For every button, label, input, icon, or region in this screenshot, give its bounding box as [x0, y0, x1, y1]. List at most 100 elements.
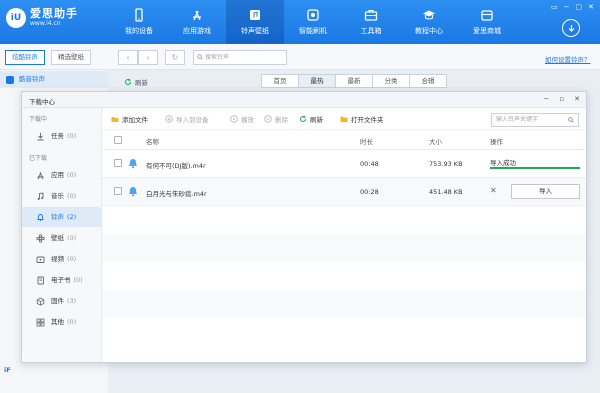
- maximize-button[interactable]: ▢: [576, 3, 583, 11]
- delete-button[interactable]: 删除: [264, 114, 288, 124]
- sidebar-item-label: 音乐: [51, 192, 64, 200]
- app-icon: [36, 171, 45, 180]
- delete-icon: [264, 115, 272, 123]
- how-to-set-ringtone-link[interactable]: 如何设置铃声？: [545, 54, 591, 64]
- video-icon: [36, 255, 45, 264]
- sidebar-item-label: 视频: [51, 255, 64, 263]
- column-size[interactable]: 大小: [429, 136, 442, 146]
- app-name: 爱思助手: [30, 7, 78, 20]
- sidebar-item-wallpapers[interactable]: 壁纸 (0): [22, 228, 101, 248]
- chevron-left-icon: ‹: [126, 53, 130, 62]
- row-checkbox[interactable]: [114, 159, 122, 167]
- button-label: 打开文件夹: [351, 116, 384, 124]
- nav-toolbox[interactable]: 工具箱: [342, 0, 400, 44]
- search-placeholder: 搜索铃声: [205, 54, 230, 61]
- add-file-button[interactable]: 添加文件: [111, 114, 148, 124]
- folder-add-icon: [111, 117, 119, 122]
- sidebar-item-apps[interactable]: 应用 (0): [22, 165, 101, 185]
- toolbox-icon: [364, 8, 378, 22]
- button-label: 删除: [275, 116, 288, 124]
- nav-ringtones-wallpapers[interactable]: 铃声壁纸: [226, 0, 284, 44]
- empty-row: [102, 206, 586, 234]
- folder-icon: [340, 116, 348, 122]
- tab-categories[interactable]: 分类: [372, 74, 410, 88]
- nav-apps[interactable]: 应用游戏: [168, 0, 226, 44]
- sidebar-item-ebooks[interactable]: 电子书 (0): [22, 270, 101, 290]
- nav-store[interactable]: 爱思商城: [458, 0, 516, 44]
- download-actions-toolbar: 添加文件 导入到设备 播放 删除 刷新 打开文件夹 输入铃声关键字: [102, 108, 586, 130]
- refresh-list-button[interactable]: 刷新: [299, 114, 323, 124]
- import-button[interactable]: 导入: [511, 184, 580, 199]
- ringtone-icon: [6, 76, 14, 84]
- back-button[interactable]: ‹: [118, 50, 138, 65]
- dialog-titlebar: 下载中心 − ▫ ✕: [22, 92, 586, 108]
- refresh-icon: [300, 115, 306, 122]
- app-logo[interactable]: iU 爱思助手 www.i4.cn: [6, 7, 78, 28]
- file-name: 白月光与朱砂痣.m4r: [146, 190, 207, 198]
- download-manager-button[interactable]: [562, 19, 580, 37]
- device-indicator[interactable]: iF: [4, 366, 11, 374]
- row-checkbox[interactable]: [114, 187, 122, 195]
- sidebar-item-music[interactable]: 音乐 (0): [22, 186, 101, 206]
- phone-icon: [132, 8, 146, 22]
- sidebar-item-count: (0): [67, 255, 77, 263]
- nav-label: 我的设备: [125, 27, 153, 35]
- dialog-title: 下载中心: [29, 98, 55, 106]
- file-duration: 00:28: [360, 188, 379, 196]
- close-button[interactable]: ✕: [588, 3, 594, 11]
- skin-button[interactable]: ▭: [551, 3, 558, 11]
- column-name[interactable]: 名称: [146, 136, 159, 146]
- table-row[interactable]: 白月光与朱砂痣.m4r 00:28 451.48 KB ✕ 导入: [102, 178, 586, 206]
- sidebar-item-label: 铃声: [51, 213, 64, 221]
- music-wallpaper-icon: [248, 8, 262, 22]
- download-table-header: 名称 时长 大小 操作: [102, 130, 586, 150]
- select-all-checkbox[interactable]: [114, 136, 122, 144]
- open-folder-button[interactable]: 打开文件夹: [340, 114, 384, 124]
- store-icon: [480, 8, 494, 22]
- tab-collections[interactable]: 合辑: [409, 74, 447, 88]
- sidebar-item-ringtones[interactable]: 铃声 (2): [22, 207, 101, 227]
- tab-newest[interactable]: 最新: [335, 74, 373, 88]
- button-label: 播放: [241, 116, 254, 124]
- nav-flash[interactable]: 智能刷机: [284, 0, 342, 44]
- dialog-close-button[interactable]: ✕: [574, 95, 580, 103]
- sidebar-item-label: 应用: [51, 171, 64, 179]
- file-name: 有何不可(DJ版).m4r: [146, 162, 206, 170]
- import-to-device-button[interactable]: 导入到设备: [165, 114, 209, 124]
- tab-wallpapers[interactable]: 精选壁纸: [51, 50, 91, 65]
- sidebar-item-firmware[interactable]: 固件 (3): [22, 291, 101, 311]
- app-url: www.i4.cn: [30, 20, 61, 27]
- group-downloaded: 已下载: [29, 155, 48, 162]
- sidebar-item-label: 固件: [51, 297, 64, 305]
- column-duration[interactable]: 时长: [360, 136, 373, 146]
- bell-icon: [129, 187, 137, 197]
- reload-button[interactable]: ↻: [165, 50, 185, 65]
- nav-label: 教程中心: [415, 27, 443, 35]
- sidebar-item-other[interactable]: 其他 (0): [22, 312, 101, 332]
- minimize-button[interactable]: −: [564, 3, 570, 11]
- play-button[interactable]: 播放: [230, 114, 254, 124]
- tab-cool-ringtones[interactable]: 炫酷铃声: [5, 50, 45, 65]
- dialog-minimize-button[interactable]: −: [544, 95, 550, 103]
- dialog-maximize-button[interactable]: ▫: [559, 95, 564, 103]
- cancel-row-button[interactable]: ✕: [490, 186, 497, 195]
- sidebar-item-videos[interactable]: 视频 (0): [22, 249, 101, 269]
- sidebar-item-tasks[interactable]: 任务 (0): [22, 126, 101, 146]
- nav-my-device[interactable]: 我的设备: [110, 0, 168, 44]
- table-row[interactable]: 有何不可(DJ版).m4r 00:48 753.93 KB 导入成功: [102, 150, 586, 178]
- sidebar-item-cool-ringtones[interactable]: 酷音铃声: [0, 71, 108, 88]
- file-size: 753.93 KB: [429, 160, 463, 168]
- ringtone-search-input[interactable]: 搜索铃声: [193, 50, 287, 65]
- ringtone-tabs: 首页 最热 最新 分类 合辑: [261, 74, 447, 88]
- refresh-label: 刷新: [135, 79, 148, 87]
- tab-home[interactable]: 首页: [261, 74, 299, 88]
- sidebar-item-label: 任务: [51, 132, 64, 140]
- music-note-icon: [36, 192, 45, 201]
- nav-tutorials[interactable]: 教程中心: [400, 0, 458, 44]
- flash-device-icon: [306, 8, 320, 22]
- file-duration: 00:48: [360, 160, 379, 168]
- tab-hottest[interactable]: 最热: [298, 74, 336, 88]
- ringtone-keyword-search-input[interactable]: 输入铃声关键字: [491, 113, 579, 127]
- forward-button[interactable]: ›: [138, 50, 158, 65]
- page-refresh-button[interactable]: 刷新: [124, 77, 148, 87]
